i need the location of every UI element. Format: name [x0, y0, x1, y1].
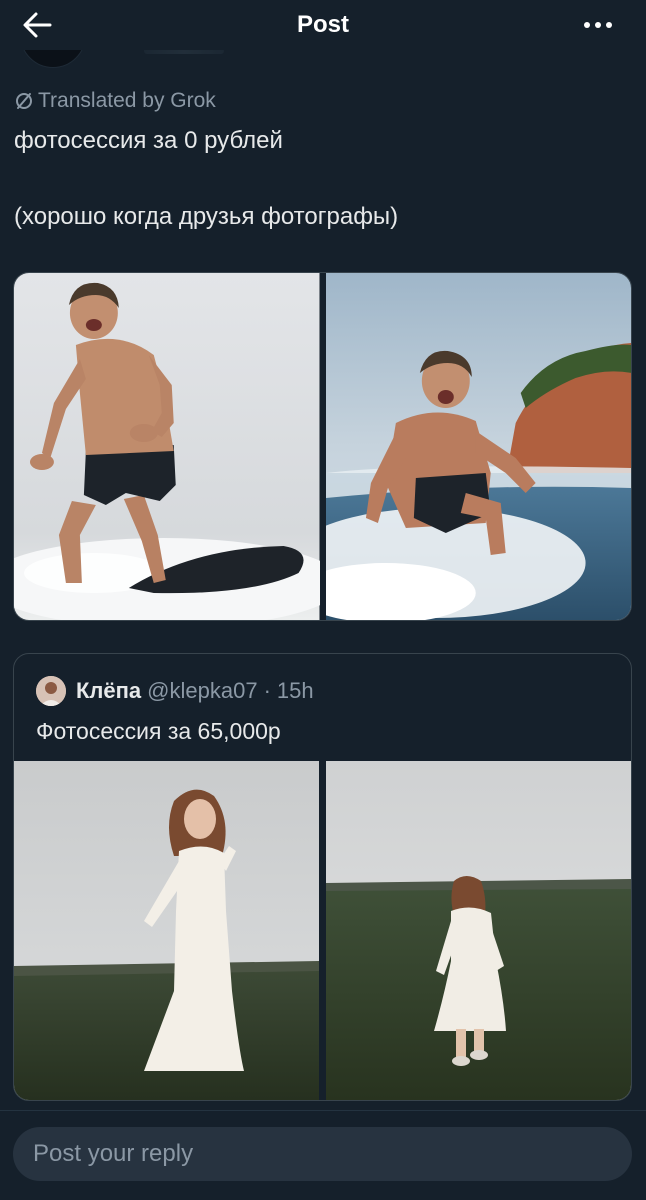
separator-dot: · — [263, 678, 271, 703]
post-text-line: (хорошо когда друзья фотографы) — [14, 203, 399, 230]
translation-text: Translated by Grok — [38, 89, 216, 112]
more-horizontal-icon — [584, 22, 612, 28]
quote-photo-1[interactable] — [14, 761, 319, 1100]
quote-media-grid — [14, 761, 631, 1100]
quote-header: Клёпа @klepka07 · 15h — [36, 676, 314, 706]
quote-avatar[interactable] — [36, 676, 66, 706]
translate-icon — [16, 93, 32, 109]
post-media-grid — [13, 272, 632, 621]
photo-woman-white-dress-field — [14, 761, 319, 1100]
translation-label[interactable]: Translated by Grok — [14, 89, 216, 113]
photo-surfer-standing — [14, 273, 320, 620]
photo-woman-walking-field — [326, 761, 631, 1100]
photo-surfer-crouching — [325, 273, 631, 620]
post-photo-2[interactable] — [325, 273, 631, 620]
post-text-line: фотосессия за 0 рублей — [14, 127, 283, 154]
quote-timestamp[interactable]: 15h — [277, 678, 314, 704]
quoted-post[interactable]: Клёпа @klepka07 · 15h Фотосессия за 65,0… — [13, 653, 632, 1101]
page-title: Post — [296, 11, 349, 38]
more-options-button[interactable] — [578, 12, 618, 38]
quote-author-handle[interactable]: @klepka07 — [147, 678, 257, 704]
quote-body: Фотосессия за 65,000р — [36, 718, 281, 744]
post-photo-1[interactable] — [14, 273, 320, 620]
quote-photo-2[interactable] — [326, 761, 631, 1100]
quote-author-name[interactable]: Клёпа — [76, 678, 141, 704]
avatar-photo — [36, 676, 66, 706]
top-bar: Post — [0, 0, 646, 50]
reply-bar — [0, 1110, 646, 1200]
reply-input[interactable] — [13, 1127, 632, 1181]
post-body: фотосессия за 0 рублей (хорошо когда дру… — [14, 126, 624, 232]
